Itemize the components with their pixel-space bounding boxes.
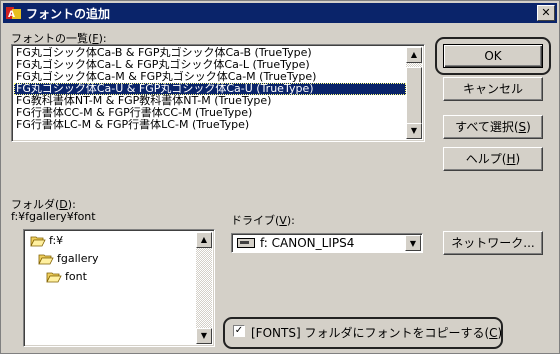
arrow-down-icon: ▼	[200, 331, 208, 340]
svg-text:A: A	[8, 10, 15, 20]
drive-label: ドライブ(V):	[231, 212, 295, 228]
arrow-up-icon: ▲	[200, 235, 208, 244]
font-list[interactable]: FG丸ゴシック体Ca-B & FGP丸ゴシック体Ca-B (TrueType) …	[11, 44, 425, 142]
arrow-down-icon: ▼	[410, 126, 418, 135]
drive-select[interactable]: f: CANON_LIPS4 ▼	[231, 233, 423, 253]
cancel-button[interactable]: キャンセル	[443, 77, 543, 101]
copy-callout-highlight	[223, 317, 503, 349]
drive-icon	[237, 238, 255, 248]
folder-item-label: font	[65, 270, 87, 283]
window-title: フォントの追加	[26, 6, 111, 21]
drive-label-suffix: ):	[286, 214, 295, 227]
font-list-item[interactable]: FG行書体LC-M & FGP行書体LC-M (TrueType)	[14, 119, 406, 131]
folder-item-font[interactable]: font	[46, 270, 87, 283]
select-all-button[interactable]: すべて選択(S)	[443, 115, 543, 139]
help-key: H	[506, 152, 516, 166]
help-text: ヘルプ(	[465, 152, 507, 166]
folder-tree[interactable]: f:¥ fgallery font ▲ ▼	[23, 229, 215, 347]
folder-item-root[interactable]: f:¥	[30, 234, 63, 247]
font-list-item[interactable]: FG丸ゴシック体Ca-M & FGP丸ゴシック体Ca-M (TrueType)	[14, 71, 406, 83]
help-suffix: )	[515, 152, 521, 166]
font-list-item[interactable]: FG教科書体NT-M & FGP教科書体NT-M (TrueType)	[14, 95, 406, 107]
scroll-up-button[interactable]: ▲	[196, 232, 212, 248]
close-button[interactable]: ✕	[537, 5, 555, 21]
drive-label-text: ドライブ(	[231, 214, 280, 227]
font-list-item[interactable]: FG丸ゴシック体Ca-U & FGP丸ゴシック体Ca-U (TrueType)	[14, 83, 406, 95]
drive-dropdown-button[interactable]: ▼	[405, 235, 421, 251]
folder-item-fgallery[interactable]: fgallery	[38, 252, 99, 265]
folder-open-icon	[46, 272, 62, 282]
scroll-up-button[interactable]: ▲	[406, 47, 422, 63]
font-list-item[interactable]: FG丸ゴシック体Ca-L & FGP丸ゴシック体Ca-L (TrueType)	[14, 59, 406, 71]
help-button[interactable]: ヘルプ(H)	[443, 147, 543, 171]
close-icon: ✕	[541, 6, 551, 19]
chevron-down-icon: ▼	[409, 239, 417, 248]
scroll-down-button[interactable]: ▼	[406, 123, 422, 139]
select-all-key: S	[518, 120, 527, 134]
font-list-item[interactable]: FG丸ゴシック体Ca-B & FGP丸ゴシック体Ca-B (TrueType)	[14, 47, 406, 59]
folder-path: f:¥fgallery¥font	[11, 210, 96, 223]
folder-open-icon	[38, 254, 54, 264]
folder-item-label: f:¥	[49, 234, 64, 247]
font-list-item[interactable]: FG行書体CC-M & FGP行書体CC-M (TrueType)	[14, 107, 406, 119]
font-app-icon: A	[6, 7, 21, 20]
arrow-up-icon: ▲	[410, 50, 418, 59]
add-fonts-dialog: A フォントの追加 ✕ フォントの一覧(F): FG丸ゴシック体Ca-B & F…	[0, 0, 560, 354]
ok-callout-highlight	[435, 37, 551, 75]
select-all-text: すべて選択(	[455, 120, 519, 134]
folder-tree-scrollbar[interactable]: ▲ ▼	[196, 232, 212, 344]
folder-open-icon	[30, 236, 46, 246]
select-all-suffix: )	[526, 120, 531, 134]
network-button[interactable]: ネットワーク...	[443, 231, 543, 255]
scroll-thumb[interactable]	[406, 67, 422, 127]
scroll-down-button[interactable]: ▼	[196, 328, 212, 344]
font-list-items: FG丸ゴシック体Ca-B & FGP丸ゴシック体Ca-B (TrueType) …	[14, 47, 406, 131]
drive-label-key: V	[279, 214, 287, 227]
title-bar[interactable]: A フォントの追加 ✕	[3, 3, 557, 23]
folder-item-label: fgallery	[57, 252, 99, 265]
font-list-scrollbar[interactable]: ▲ ▼	[406, 47, 422, 139]
drive-select-value: f: CANON_LIPS4	[260, 236, 355, 250]
